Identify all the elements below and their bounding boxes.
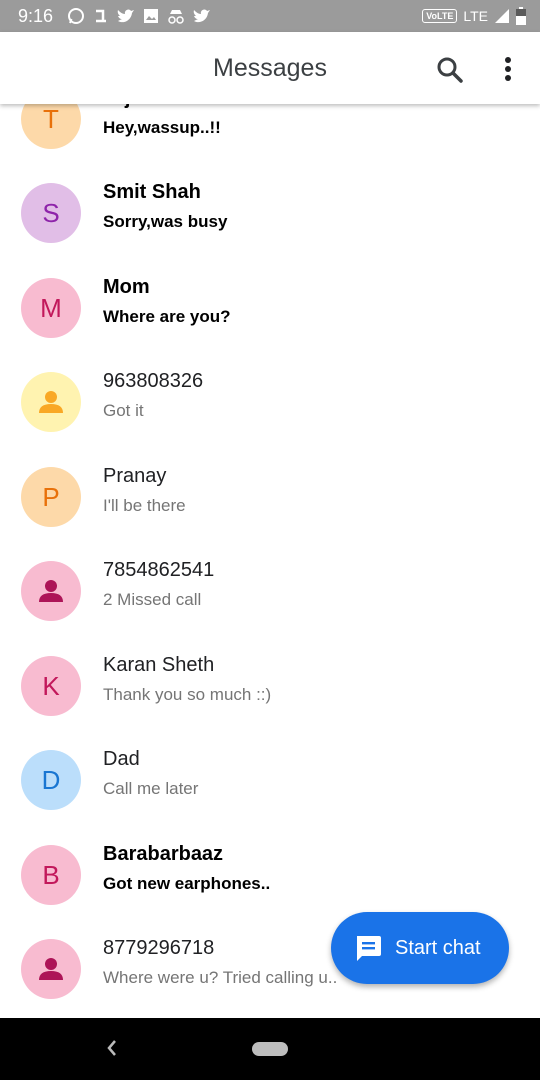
avatar[interactable]: T	[21, 104, 81, 149]
conversation-row[interactable]: S Smit Shah Sorry,was busy	[0, 166, 540, 260]
start-chat-button[interactable]: Start chat	[331, 912, 509, 984]
twitter-icon	[193, 9, 211, 23]
contact-name: 963808326	[103, 370, 204, 392]
avatar-initial: B	[42, 859, 60, 890]
avatar[interactable]	[21, 561, 81, 621]
download-icon	[96, 9, 107, 23]
conversation-row[interactable]: 963808326 Got it	[0, 355, 540, 449]
more-options-button[interactable]	[492, 52, 524, 88]
avatar[interactable]	[21, 372, 81, 432]
volte-badge: VoLTE	[422, 9, 458, 23]
avatar-initial: K	[42, 670, 60, 701]
avatar[interactable]: B	[21, 845, 81, 905]
avatar[interactable]: D	[21, 750, 81, 810]
contact-name: 8779296718	[103, 937, 215, 959]
contact-name: Mom	[103, 276, 150, 298]
avatar-initial: S	[42, 197, 60, 228]
status-bar: 9:16 VoLTE LTE	[0, 0, 540, 32]
conversation-row[interactable]: T Tejas Trivedi Hey,wassup..!!	[0, 104, 540, 166]
avatar-initial: D	[41, 764, 61, 795]
conversation-row[interactable]: P Pranay I'll be there	[0, 450, 540, 544]
contact-name: Tejas Trivedi	[103, 104, 223, 110]
avatar[interactable]: P	[21, 467, 81, 527]
conversation-row[interactable]: M Mom Where are you?	[0, 261, 540, 355]
back-icon	[107, 1040, 116, 1056]
message-snippet: Hey,wassup..!!	[103, 118, 221, 137]
message-snippet: I'll be there	[103, 496, 186, 515]
battery-icon	[516, 7, 526, 25]
notification-icons	[67, 7, 211, 25]
message-snippet: Got new earphones..	[103, 874, 271, 893]
back-button[interactable]	[106, 1038, 118, 1064]
avatar[interactable]: M	[21, 278, 81, 338]
contact-name: Barabarbaaz	[103, 843, 224, 865]
message-snippet: Sorry,was busy	[103, 212, 228, 231]
contact-name: Dad	[103, 748, 140, 770]
status-right: VoLTE LTE	[422, 0, 526, 32]
navigation-bar	[0, 1018, 540, 1080]
message-snippet: Got it	[103, 401, 144, 420]
image-icon	[144, 9, 159, 23]
message-snippet: Where were u? Tried calling u..	[103, 968, 338, 987]
network-label: LTE	[463, 8, 488, 24]
avatar[interactable]: K	[21, 656, 81, 716]
person-icon	[39, 580, 63, 602]
whatsapp-icon	[68, 8, 85, 24]
person-icon	[39, 958, 63, 980]
avatar[interactable]: S	[21, 183, 81, 243]
status-time: 9:16	[18, 5, 54, 26]
message-snippet: Thank you so much ::)	[103, 685, 272, 704]
contact-name: 7854862541	[103, 559, 215, 581]
conversation-row[interactable]: K Karan ShethThank you so much ::)	[0, 639, 540, 733]
conversation-row[interactable]: 7854862541 2 Missed call	[0, 544, 540, 638]
twitter-icon	[117, 9, 135, 23]
home-button[interactable]	[252, 1042, 288, 1056]
conversation-row[interactable]: D Dad Call me later	[0, 733, 540, 827]
incognito-icon	[168, 10, 184, 24]
message-snippet: Where are you?	[103, 307, 231, 326]
avatar-initial: T	[43, 104, 59, 134]
search-icon	[437, 57, 463, 83]
avatar[interactable]	[21, 939, 81, 999]
contact-name: Karan Sheth	[103, 654, 215, 676]
app-bar: Messages	[0, 32, 540, 104]
contact-name: Smit Shah	[103, 181, 201, 203]
search-button[interactable]	[432, 52, 468, 88]
message-snippet: Call me later	[103, 779, 199, 798]
conversation-list: T Tejas Trivedi Hey,wassup..!! S Smit Shah So…	[0, 104, 540, 1018]
start-chat-label: Start chat	[395, 936, 481, 959]
conversation-row[interactable]: B Barabarbaaz Got new earphones..	[0, 828, 540, 922]
avatar-initial: P	[42, 481, 60, 512]
avatar-initial: M	[40, 292, 62, 323]
chat-icon	[357, 936, 381, 961]
more-vert-icon	[505, 57, 511, 81]
contact-name: Pranay	[103, 465, 167, 487]
person-icon	[39, 391, 63, 413]
signal-icon	[495, 9, 509, 23]
message-snippet: 2 Missed call	[103, 590, 202, 609]
